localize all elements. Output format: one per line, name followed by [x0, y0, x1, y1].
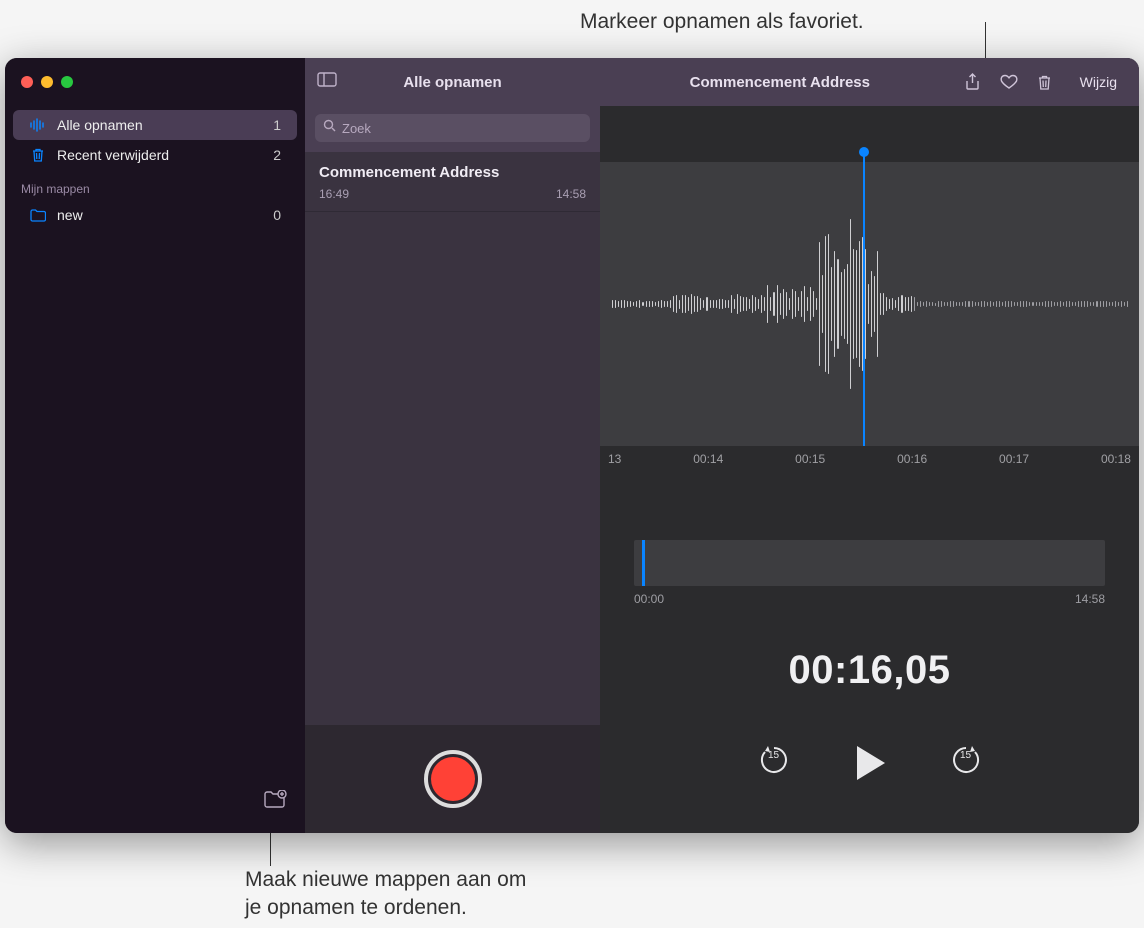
- overview-playhead[interactable]: [642, 540, 645, 586]
- skip-back-button[interactable]: 15: [757, 743, 791, 782]
- timeline-tick: 00:16: [897, 452, 927, 466]
- recordings-list-column: Alle opnamen Commencement Address 16:49 …: [305, 58, 600, 833]
- app-window: Alle opnamen 1 Recent verwijderd 2 Mijn …: [5, 58, 1139, 833]
- sidebar-item-label: Recent verwijderd: [57, 147, 263, 163]
- sidebar-item-label: new: [57, 207, 263, 223]
- waveform-overview[interactable]: [634, 540, 1105, 586]
- play-button[interactable]: [853, 744, 887, 782]
- playhead[interactable]: [863, 152, 865, 460]
- record-icon: [431, 757, 475, 801]
- overview-end-time: 14:58: [1075, 592, 1105, 606]
- recording-duration: 14:58: [556, 187, 586, 201]
- skip-amount: 15: [757, 750, 791, 761]
- titlebar: [5, 58, 1139, 106]
- timeline-tick: 00:17: [999, 452, 1029, 466]
- new-folder-button[interactable]: [253, 784, 305, 823]
- sidebar-item-count: 1: [273, 117, 281, 133]
- waveform-zoomed[interactable]: 13 00:14 00:15 00:16 00:17 00:18: [600, 162, 1139, 472]
- search-wrap: [305, 106, 600, 152]
- callout-favorite-text: Markeer opnamen als favoriet.: [580, 8, 864, 36]
- window-controls: [5, 76, 73, 88]
- waveform-timeline: 13 00:14 00:15 00:16 00:17 00:18: [600, 446, 1139, 472]
- waveform-overview-wrap: 00:00 14:58: [634, 540, 1105, 606]
- timeline-tick: 00:14: [693, 452, 723, 466]
- sidebar-item-count: 0: [273, 207, 281, 223]
- search-icon: [323, 119, 336, 137]
- callout-folders-text-1: Maak nieuwe mappen aan om: [245, 866, 526, 894]
- sidebar-section-title: Mijn mappen: [5, 170, 305, 200]
- sidebar-item-folder[interactable]: new 0: [13, 200, 297, 230]
- playback-controls: 15 15: [600, 743, 1139, 782]
- sidebar-item-label: Alle opnamen: [57, 117, 263, 133]
- waveform-icon: [29, 118, 47, 132]
- record-button[interactable]: [424, 750, 482, 808]
- timeline-tick: 13: [608, 452, 621, 466]
- sidebar-item-recently-deleted[interactable]: Recent verwijderd 2: [13, 140, 297, 170]
- search-field[interactable]: [315, 114, 590, 142]
- minimize-window-button[interactable]: [41, 76, 53, 88]
- detail-column: Commencement Address Wijzig 13 0: [600, 58, 1139, 833]
- timeline-tick: 00:15: [795, 452, 825, 466]
- callout-folders-text-2: je opnamen te ordenen.: [245, 894, 526, 922]
- recording-list-item[interactable]: Commencement Address 16:49 14:58: [305, 152, 600, 212]
- skip-amount: 15: [949, 750, 983, 761]
- trash-icon: [29, 147, 47, 163]
- folder-icon: [29, 209, 47, 222]
- search-input[interactable]: [342, 121, 582, 136]
- sidebar-item-count: 2: [273, 147, 281, 163]
- close-window-button[interactable]: [21, 76, 33, 88]
- sidebar-item-all-recordings[interactable]: Alle opnamen 1: [13, 110, 297, 140]
- waveform-canvas: [600, 162, 1139, 446]
- sidebar: Alle opnamen 1 Recent verwijderd 2 Mijn …: [5, 58, 305, 833]
- timeline-tick: 00:18: [1101, 452, 1131, 466]
- recording-title: Commencement Address: [319, 164, 586, 181]
- maximize-window-button[interactable]: [61, 76, 73, 88]
- overview-start-time: 00:00: [634, 592, 664, 606]
- record-area: [305, 725, 600, 833]
- recording-timestamp: 16:49: [319, 187, 349, 201]
- skip-forward-button[interactable]: 15: [949, 743, 983, 782]
- current-time-display: 00:16,05: [600, 648, 1139, 693]
